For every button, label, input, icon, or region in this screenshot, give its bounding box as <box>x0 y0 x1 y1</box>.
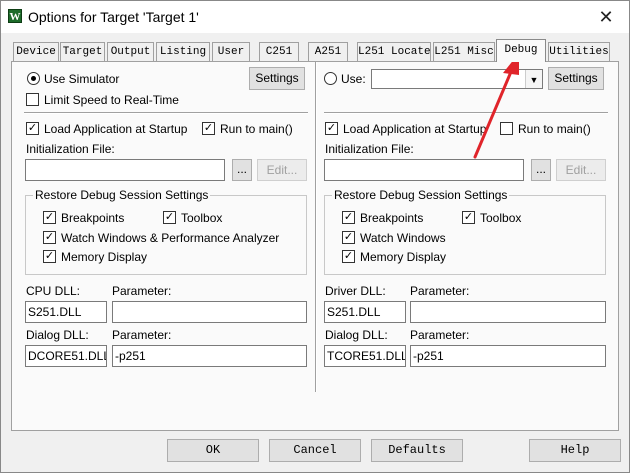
annotation-arrow <box>473 53 519 159</box>
tab-debug[interactable]: Debug <box>496 39 546 62</box>
options-dialog: W Options for Target 'Target 1' ✕ Device… <box>0 0 630 473</box>
